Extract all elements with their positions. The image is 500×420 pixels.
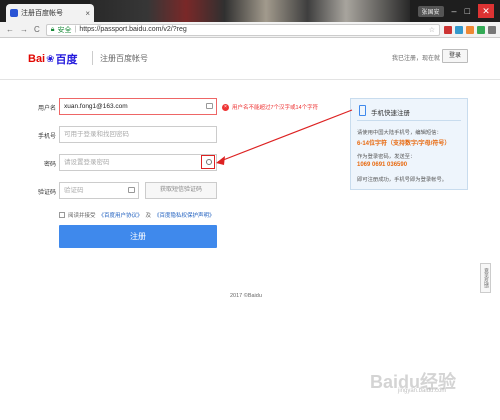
panel-divider [357,120,461,121]
back-icon[interactable]: ← [6,25,14,34]
panel-title: 手机快速注册 [371,110,410,117]
baidu-logo[interactable]: Bai ❀ 百度 [28,51,78,67]
nav-buttons: ← → C [0,25,46,34]
browser-tab[interactable]: 注册百度帐号 × [6,4,94,22]
username-error-text: 用户名不能超过7个汉字或14个字符 [232,105,319,111]
screenshot-root: 注册百度帐号 × 张国安 – □ ✕ ← → C 🔒︎ 安全 | https:/… [0,0,500,420]
extension-icon[interactable] [466,25,474,34]
agree-checkbox[interactable] [59,212,65,218]
address-bar: ← → C 🔒︎ 安全 | https://passport.baidu.com… [0,22,500,38]
username-input[interactable]: xuan.fong1@163.com [59,98,217,115]
watermark-sub: jingyan.baidu.com [398,388,447,394]
logo-text-baidu: 百度 [55,54,78,66]
password-label: 密码 [43,162,56,168]
agree-and: 及 [145,213,152,219]
agreement-row: 阅读并接受 《百度用户协议》 及 《百度隐私权保护声明》 [59,211,215,219]
maximize-button[interactable]: □ [465,6,470,16]
panel-line: 作为登录密码，发送至： [357,154,416,160]
bookmark-star-icon[interactable]: ☆ [429,26,435,34]
password-placeholder: 请设置登录密码 [64,159,110,166]
logo-text-bai: Bai [28,53,46,65]
lock-icon: 🔒︎ [50,25,55,33]
annotation-arrowhead [216,156,225,165]
error-icon: × [222,103,229,111]
password-input[interactable]: 请设置登录密码 [59,154,217,171]
window-controls: 张国安 – □ ✕ [417,0,500,22]
panel-line: 请使用中国大陆手机号，编辑短信： [357,130,442,136]
browser-titlebar: 注册百度帐号 × 张国安 – □ ✕ [0,0,500,22]
get-sms-code-button[interactable]: 获取短信验证码 [145,182,217,199]
keyboard-icon[interactable] [206,103,213,109]
minimize-button[interactable]: – [452,6,457,16]
panel-line: 即可注册成功，手机号即为登录帐号。 [357,177,448,183]
username-error: × 用户名不能超过7个汉字或14个字符 [222,103,318,111]
extension-icon[interactable] [455,25,463,34]
phone-input[interactable]: 可用于登录和找回密码 [59,126,217,143]
verify-placeholder: 验证码 [64,187,84,194]
annotation-arrow [217,109,353,163]
verify-code-input[interactable]: 验证码 [59,182,139,199]
tab-title: 注册百度帐号 [21,10,63,17]
url-field[interactable]: 🔒︎ 安全 | https://passport.baidu.com/v2/?r… [45,23,440,36]
show-password-toggle[interactable] [201,155,215,169]
privacy-link[interactable]: 《百度隐私权保护声明》 [154,211,215,219]
tab-close-icon[interactable]: × [85,9,90,18]
reload-icon[interactable]: C [34,25,40,34]
close-window-button[interactable]: ✕ [478,4,494,18]
extension-icons [440,25,500,34]
feedback-side-tab[interactable]: 意见反馈 [480,263,491,293]
verify-label: 验证码 [37,190,56,196]
secure-label: 安全 [57,26,72,34]
register-button[interactable]: 注册 [59,225,217,248]
url-text: https://passport.baidu.com/v2/?reg [79,26,187,33]
paw-icon: ❀ [46,53,55,65]
extension-icon[interactable] [444,25,452,34]
extension-icon[interactable] [477,25,485,34]
eye-icon [206,159,212,165]
login-button[interactable]: 登录 [442,49,468,63]
url-separator: | [74,26,77,33]
page-content: Bai ❀ 百度 注册百度帐号 我已注册，现在就 登录 用户名 xuan.fon… [0,38,500,420]
phone-icon [359,105,366,116]
profile-badge[interactable]: 张国安 [417,5,444,17]
page-title: 注册百度帐号 [100,54,148,63]
menu-icon[interactable] [488,25,496,34]
forward-icon[interactable]: → [20,25,28,34]
username-value: xuan.fong1@163.com [64,103,128,110]
footer-copyright: 2017 ©Baidu [230,293,262,299]
panel-sms-number: 1069 0691 036590 [357,162,408,168]
login-hint: 我已注册，现在就 [392,56,441,62]
keyboard-icon[interactable] [128,187,135,193]
agree-text: 阅读并接受 [68,213,96,219]
phone-label: 手机号 [37,134,56,140]
mobile-register-panel: 手机快速注册 请使用中国大陆手机号，编辑短信： 6-14位字符（支持数字/字母/… [350,98,468,190]
phone-placeholder: 可用于登录和找回密码 [64,131,129,138]
titlebar-background-art [90,0,410,22]
username-label: 用户名 [37,106,56,112]
header-divider [92,51,93,65]
user-agreement-link[interactable]: 《百度用户协议》 [99,211,143,219]
page-header: Bai ❀ 百度 注册百度帐号 我已注册，现在就 登录 [0,38,500,80]
panel-sms-code: 6-14位字符（支持数字/字母/符号） [357,141,451,147]
baidu-favicon-icon [10,9,18,17]
